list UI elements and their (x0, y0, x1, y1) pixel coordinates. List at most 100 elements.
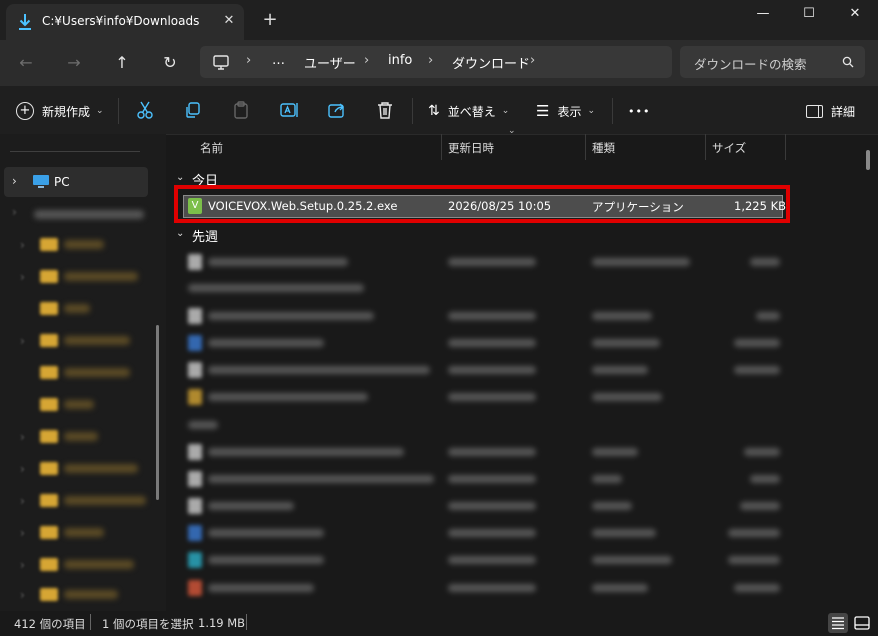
list-item[interactable] (208, 556, 324, 564)
details-view-icon[interactable] (828, 613, 848, 633)
minimize-button[interactable]: — (740, 0, 786, 30)
chevron-right-icon[interactable]: › (20, 270, 25, 284)
list-item[interactable] (188, 284, 364, 292)
list-item[interactable] (208, 448, 404, 456)
nav-item-pc[interactable] (4, 167, 148, 197)
list-item (448, 584, 536, 592)
close-button[interactable]: ✕ (832, 0, 878, 30)
column-divider[interactable] (705, 134, 706, 160)
folder-icon (188, 389, 202, 405)
search-icon[interactable] (842, 56, 854, 68)
nav-item-blurred[interactable] (64, 336, 130, 345)
list-item (592, 339, 660, 347)
copy-icon[interactable] (182, 99, 204, 121)
list-item[interactable] (208, 312, 374, 320)
rename-icon[interactable] (278, 99, 300, 121)
file-icon (188, 525, 202, 541)
chevron-right-icon[interactable]: › (20, 526, 25, 540)
chevron-down-icon[interactable]: ⌄ (176, 228, 184, 239)
list-scrollbar[interactable] (866, 150, 870, 170)
nav-item-blurred[interactable] (64, 560, 134, 569)
chevron-right-icon[interactable]: › (20, 430, 25, 444)
divider (118, 98, 119, 124)
new-tab-button[interactable]: + (258, 8, 282, 32)
nav-item-blurred[interactable] (64, 304, 90, 313)
maximize-button[interactable]: ☐ (786, 0, 832, 30)
breadcrumb-downloads[interactable]: ダウンロード (452, 53, 530, 72)
cut-icon[interactable] (134, 99, 156, 121)
delete-icon[interactable] (374, 99, 396, 121)
tab-close-icon[interactable]: ✕ (218, 10, 240, 32)
list-item[interactable] (208, 258, 348, 266)
nav-item-blurred[interactable] (64, 432, 98, 441)
nav-item-blurred[interactable] (64, 240, 104, 249)
nav-item-blurred[interactable] (64, 528, 104, 537)
folder-icon (40, 366, 58, 379)
nav-scrollbar[interactable] (156, 325, 159, 500)
chevron-right-icon[interactable]: › (20, 558, 25, 572)
column-header-type[interactable]: 種類 (592, 140, 615, 164)
chevron-right-icon[interactable]: › (20, 494, 25, 508)
back-icon[interactable]: ← (12, 49, 40, 77)
list-item[interactable] (208, 366, 430, 374)
list-item (728, 529, 780, 537)
list-item[interactable] (208, 584, 314, 592)
group-header-last-week[interactable]: 先週 (192, 226, 218, 245)
column-header-date[interactable]: 更新日時 (448, 140, 494, 164)
preview-icon (854, 616, 870, 630)
chevron-right-icon[interactable]: › (20, 238, 25, 252)
chevron-right-icon[interactable]: › (20, 462, 25, 476)
column-header-size[interactable]: サイズ (712, 140, 746, 164)
share-icon[interactable] (326, 99, 348, 121)
breadcrumb-info[interactable]: info (388, 53, 412, 68)
sort-label: 並べ替え (447, 104, 496, 119)
forward-icon[interactable]: → (60, 49, 88, 77)
chevron-right-icon[interactable]: › (20, 334, 25, 348)
list-item[interactable] (188, 421, 218, 429)
column-divider[interactable] (585, 134, 586, 160)
tab-downloads[interactable]: C:¥Users¥info¥Downloads ✕ (6, 4, 244, 40)
list-item[interactable] (208, 502, 294, 510)
nav-item-blurred[interactable] (64, 400, 94, 409)
nav-item-blurred[interactable] (34, 210, 144, 219)
paste-icon[interactable] (230, 99, 252, 121)
nav-item-blurred[interactable] (64, 590, 118, 599)
column-divider[interactable] (785, 134, 786, 160)
address-bar[interactable] (200, 46, 672, 78)
refresh-icon[interactable]: ↻ (156, 49, 184, 77)
list-item[interactable] (208, 339, 324, 347)
chevron-down-icon: ⌄ (96, 106, 104, 116)
details-pane-icon (806, 104, 823, 118)
details-button[interactable]: 詳細 (806, 100, 855, 122)
more-options-button[interactable]: ••• (628, 100, 650, 122)
new-button[interactable]: + 新規作成 ⌄ (16, 100, 104, 122)
view-button[interactable]: ☰ 表示 ⌄ (536, 100, 595, 122)
file-icon (188, 308, 202, 324)
nav-item-blurred[interactable] (64, 272, 138, 281)
column-header-name[interactable]: 名前 (200, 140, 223, 164)
list-item[interactable] (208, 529, 324, 537)
chevron-right-icon[interactable]: › (20, 588, 25, 602)
list-item[interactable] (208, 475, 434, 483)
list-item[interactable] (208, 393, 368, 401)
chevron-right-icon[interactable]: › (12, 205, 17, 219)
column-divider[interactable] (441, 134, 442, 160)
highlight-box (174, 185, 790, 223)
tiles-view-icon[interactable] (852, 613, 872, 633)
sort-button[interactable]: ⇅ 並べ替え ⌄ (428, 100, 509, 122)
nav-item-blurred[interactable] (64, 368, 130, 377)
breadcrumb-users[interactable]: ユーザー (304, 53, 356, 72)
list-item (448, 366, 536, 374)
list-item (592, 584, 648, 592)
nav-item-blurred[interactable] (64, 496, 146, 505)
chevron-right-icon[interactable]: › (12, 174, 17, 188)
status-selected-size: 1.19 MB (198, 616, 246, 630)
download-icon (19, 14, 31, 30)
nav-item-blurred[interactable] (64, 464, 138, 473)
chevron-down-icon[interactable]: ⌄ (176, 172, 184, 183)
up-icon[interactable]: ↑ (108, 49, 136, 77)
new-label: 新規作成 (42, 104, 91, 119)
plus-circle-icon: + (16, 102, 34, 120)
breadcrumb-more[interactable]: … (272, 53, 285, 68)
folder-icon (40, 302, 58, 315)
